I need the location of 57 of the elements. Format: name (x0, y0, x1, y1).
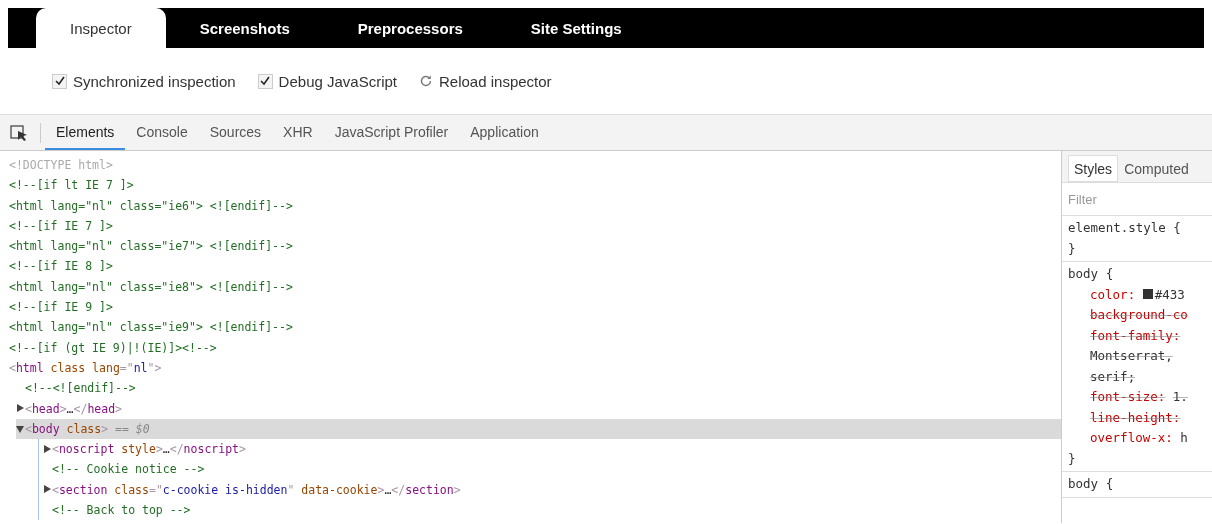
styles-tab[interactable]: Computed (1118, 155, 1195, 182)
devtools-tab[interactable]: JavaScript Profiler (323, 115, 460, 150)
top-tab[interactable]: Site Settings (496, 8, 656, 48)
css-value[interactable]: h (1180, 430, 1188, 445)
css-property[interactable]: line-height: (1090, 409, 1181, 425)
dom-node-line[interactable]: <body class> == $0 (25, 418, 150, 440)
dom-node-line[interactable]: <html lang="nl" class="ie7"> <![endif]--> (9, 236, 293, 257)
css-property[interactable]: color: (1090, 286, 1136, 302)
dom-node-line[interactable]: <!--[if (gt IE 9)|!(IE)]><!--> (9, 337, 217, 358)
dom-node-line[interactable]: <!-- Back to top --> (52, 500, 191, 521)
dom-node-line[interactable]: <html class lang="nl"> (9, 357, 162, 379)
collapsed-triangle-icon[interactable] (43, 444, 52, 454)
dom-node-line[interactable]: <!--<![endif]--> (25, 378, 136, 399)
devtools-tab[interactable]: Application (459, 115, 550, 150)
checkbox[interactable] (257, 73, 273, 89)
styles-tab[interactable]: Styles (1068, 155, 1119, 182)
collapsed-triangle-icon[interactable] (16, 404, 25, 414)
top-tab[interactable]: Inspector (36, 8, 166, 48)
reload-icon[interactable] (419, 74, 433, 88)
css-property[interactable]: font-size: (1090, 389, 1166, 404)
css-property[interactable]: font-family: (1090, 327, 1181, 343)
devtools-tab[interactable]: Sources (198, 115, 273, 150)
dom-node-line[interactable]: <!--[if IE 7 ]> (9, 215, 113, 237)
devtools-tab[interactable]: Elements (45, 115, 126, 150)
checkbox-label[interactable]: Debug JavaScript (278, 72, 397, 90)
reload-inspector-link[interactable]: Reload inspector (439, 72, 552, 90)
dom-node-line[interactable]: <html lang="nl" class="ie6"> <![endif]--> (9, 195, 293, 216)
css-value[interactable]: #433 (1154, 286, 1185, 302)
top-tab[interactable]: Preprocessors (323, 8, 497, 48)
collapsed-triangle-icon[interactable] (43, 485, 52, 495)
devtools-tab[interactable]: XHR (272, 115, 324, 150)
element-picker-icon[interactable] (10, 123, 41, 143)
checkbox-label[interactable]: Synchronized inspection (73, 72, 236, 90)
color-swatch[interactable] (1142, 288, 1153, 299)
expanded-triangle-icon[interactable] (16, 424, 25, 434)
css-value[interactable]: serif; (1090, 368, 1136, 384)
dom-node-line[interactable]: <!--[if IE 9 ]> (9, 297, 113, 318)
css-selector: body { (1068, 476, 1114, 491)
dom-node-line[interactable]: <html lang="nl" class="ie9"> <![endif]--> (9, 317, 293, 338)
closing-brace: } (1068, 240, 1076, 256)
closing-brace: } (1068, 450, 1076, 466)
dom-node-line[interactable]: <head>…</head> (25, 398, 122, 419)
css-value[interactable]: Montserrat, (1090, 348, 1173, 363)
dom-node-line[interactable]: <!-- Cookie notice --> (52, 459, 205, 480)
dom-node-line[interactable]: <html lang="nl" class="ie8"> <![endif]--> (9, 276, 293, 298)
css-selector: element.style { (1068, 220, 1181, 235)
css-property[interactable]: overflow-x: (1090, 430, 1173, 445)
css-property[interactable]: background-co (1090, 307, 1188, 322)
dom-node-line[interactable]: <!--[if lt IE 7 ]> (9, 175, 134, 196)
dom-node-line[interactable]: <section class="c-cookie is-hidden" data-cookie>…</section> (52, 479, 461, 501)
dom-node-line[interactable]: <!--[if IE 8 ]> (9, 256, 113, 277)
css-value[interactable]: 1. (1172, 389, 1188, 404)
css-selector: body { (1068, 266, 1114, 281)
dom-node-line[interactable]: <noscript style>…</noscript> (52, 439, 246, 460)
devtools-tab[interactable]: Console (125, 115, 199, 150)
top-tab[interactable]: Screenshots (165, 8, 324, 48)
checkbox[interactable] (52, 73, 67, 89)
